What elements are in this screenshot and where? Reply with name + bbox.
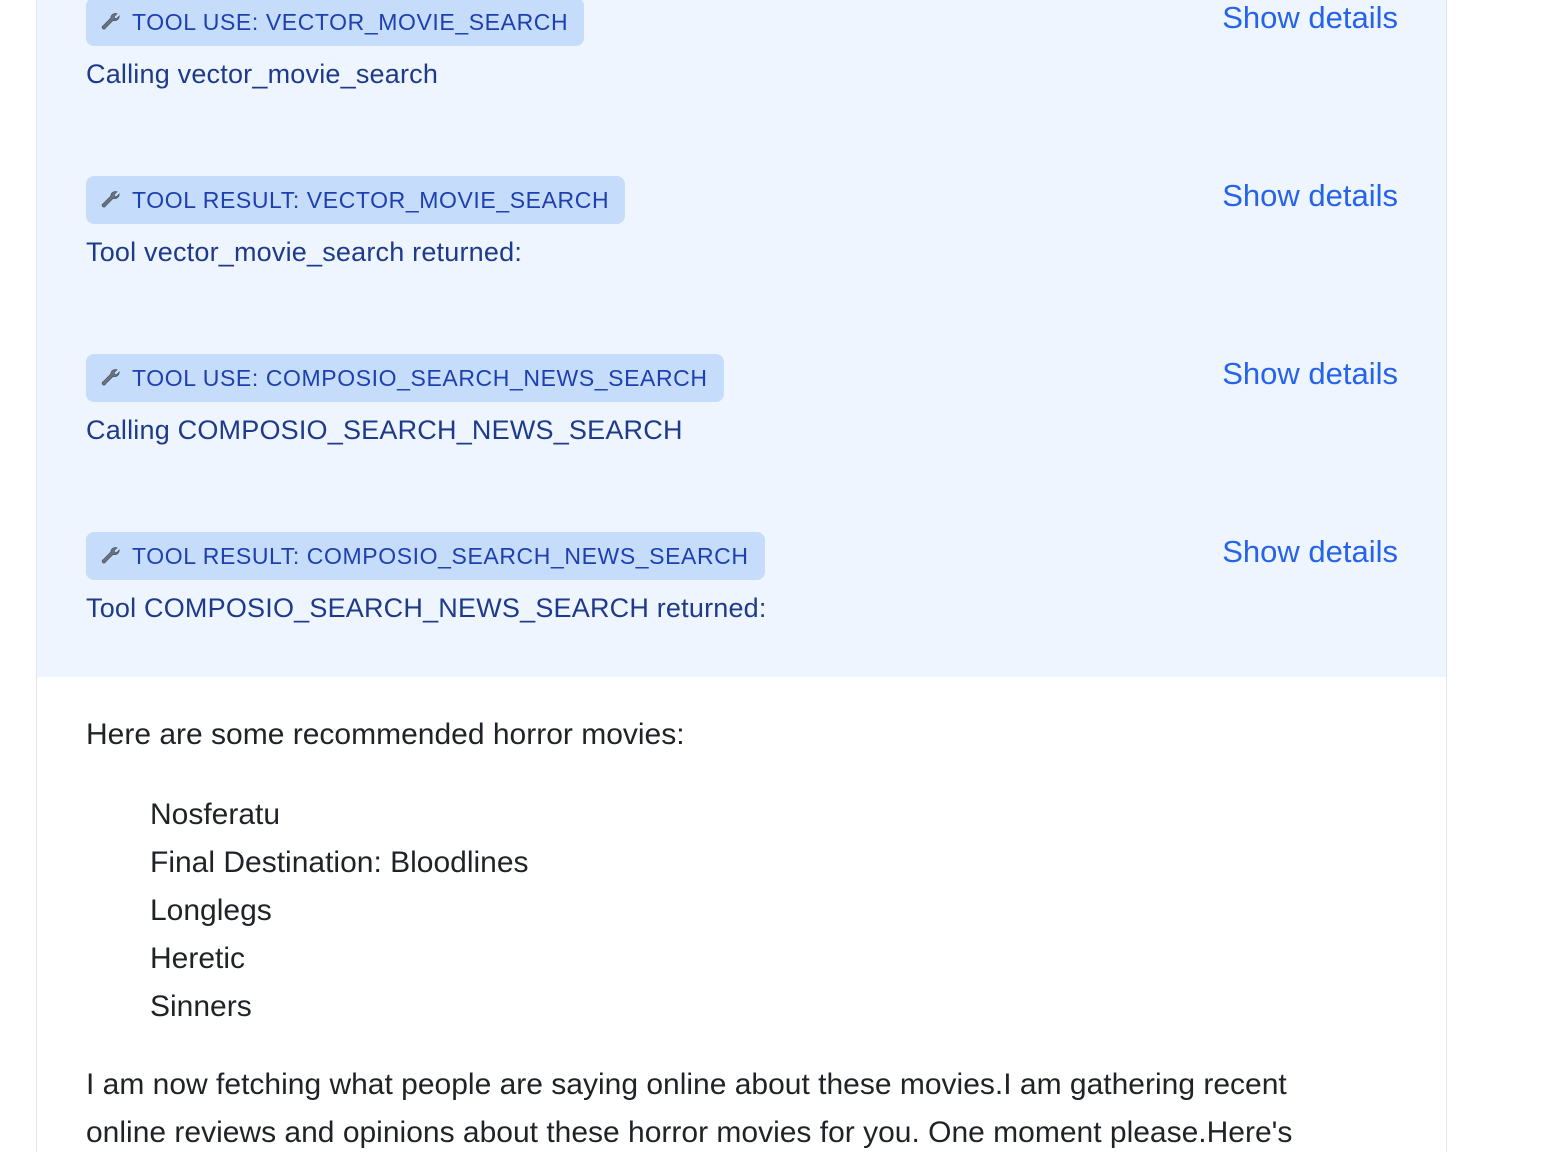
followup-line: online reviews and opinions about these …: [86, 1116, 1293, 1149]
wrench-icon: [101, 191, 120, 208]
show-details-link[interactable]: Show details: [1222, 356, 1398, 392]
show-details-link[interactable]: Show details: [1222, 0, 1398, 36]
show-details-link[interactable]: Show details: [1222, 178, 1398, 214]
answer-followup: I am now fetching what people are saying…: [86, 1061, 1406, 1157]
movie-list: Nosferatu Final Destination: Bloodlines …: [86, 791, 1406, 1031]
tool-call-description: Calling COMPOSIO_SEARCH_NEWS_SEARCH: [86, 415, 683, 445]
chat-message-card: TOOL USE: VECTOR_MOVIE_SEARCH Calling ve…: [36, 0, 1447, 1152]
list-item: Nosferatu: [150, 798, 281, 831]
list-item: Longlegs: [150, 894, 272, 927]
tool-result-description: Tool COMPOSIO_SEARCH_NEWS_SEARCH returne…: [86, 593, 767, 623]
tool-result-badge: TOOL RESULT: COMPOSIO_SEARCH_NEWS_SEARCH: [86, 532, 765, 580]
badge-label: TOOL RESULT: VECTOR_MOVIE_SEARCH: [132, 187, 610, 213]
wrench-icon: [101, 13, 120, 30]
assistant-answer: Here are some recommended horror movies:…: [86, 713, 1406, 1157]
tool-result-block: TOOL RESULT: COMPOSIO_SEARCH_NEWS_SEARCH…: [86, 532, 1398, 652]
tool-call-block: TOOL USE: VECTOR_MOVIE_SEARCH Calling ve…: [86, 0, 1398, 118]
badge-label: TOOL USE: VECTOR_MOVIE_SEARCH: [132, 9, 569, 35]
tool-result-badge: TOOL RESULT: VECTOR_MOVIE_SEARCH: [86, 176, 626, 224]
followup-line: I am now fetching what people are saying…: [86, 1068, 1287, 1101]
badge-label: TOOL USE: COMPOSIO_SEARCH_NEWS_SEARCH: [132, 365, 708, 391]
answer-intro: Here are some recommended horror movies:: [86, 718, 685, 751]
tool-use-badge: TOOL USE: VECTOR_MOVIE_SEARCH: [86, 0, 585, 46]
list-item: Sinners: [150, 990, 252, 1023]
wrench-icon: [101, 547, 120, 564]
tool-result-description: Tool vector_movie_search returned:: [86, 237, 523, 267]
list-item: Final Destination: Bloodlines: [150, 846, 529, 879]
badge-label: TOOL RESULT: COMPOSIO_SEARCH_NEWS_SEARCH: [132, 543, 749, 569]
tool-call-block: TOOL USE: COMPOSIO_SEARCH_NEWS_SEARCH Ca…: [86, 354, 1398, 474]
tool-call-description: Calling vector_movie_search: [86, 59, 439, 89]
wrench-icon: [101, 369, 120, 386]
tool-use-badge: TOOL USE: COMPOSIO_SEARCH_NEWS_SEARCH: [86, 354, 724, 402]
tool-calls-panel: TOOL USE: VECTOR_MOVIE_SEARCH Calling ve…: [37, 0, 1446, 677]
show-details-link[interactable]: Show details: [1222, 534, 1398, 570]
list-item: Heretic: [150, 942, 246, 975]
tool-result-block: TOOL RESULT: VECTOR_MOVIE_SEARCH Tool ve…: [86, 176, 1398, 296]
